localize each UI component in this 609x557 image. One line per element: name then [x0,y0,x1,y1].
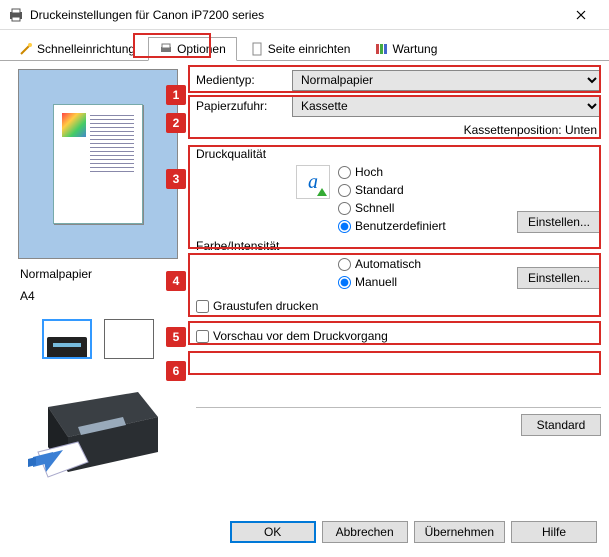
group-quality: Druckqualität a Hoch Standard Schnell Be… [196,147,601,233]
tab-options[interactable]: Optionen [148,37,237,61]
window-title: Druckeinstellungen für Canon iP7200 seri… [30,8,561,22]
color-manual[interactable]: Manuell [338,275,509,289]
color-set-button[interactable]: Einstellen... [517,267,601,289]
group-color: Farbe/Intensität Automatisch Manuell Ein… [196,239,601,289]
quality-label: Druckqualität [196,147,601,161]
quality-standard[interactable]: Standard [338,183,509,197]
page-lines [90,115,134,215]
grayscale-check[interactable]: Graustufen drucken [196,295,601,317]
content: Normalpapier A4 Medientyp: Normalpapier [0,61,609,513]
close-button[interactable] [561,1,601,29]
redbox-6 [188,351,601,375]
callout-3: 3 [166,169,186,189]
tab-label: Seite einrichten [268,42,351,56]
tab-maintenance[interactable]: Wartung [363,36,448,60]
color-label: Farbe/Intensität [196,239,601,253]
thumb-printer-blank[interactable] [104,319,154,359]
preview-media-label: Normalpapier [8,267,104,281]
close-icon [576,10,586,20]
printer-icon [47,337,87,357]
callout-2: 2 [166,113,186,133]
cancel-button[interactable]: Abbrechen [322,521,408,543]
ok-button[interactable]: OK [230,521,316,543]
printer-icon [8,7,24,23]
quality-custom[interactable]: Benutzerdefiniert [338,219,509,233]
color-auto[interactable]: Automatisch [338,257,509,271]
callout-4: 4 [166,271,186,291]
tabbar: Schnelleinrichtung Optionen Seite einric… [0,30,609,61]
mediatype-label: Medientyp: [196,73,292,87]
thumb-printer-front[interactable] [42,319,92,359]
color-swatch [62,113,86,137]
quality-set-button[interactable]: Einstellen... [517,211,601,233]
standard-button[interactable]: Standard [521,414,601,436]
page-icon [250,42,264,56]
apply-button[interactable]: Übernehmen [414,521,505,543]
preview-check[interactable]: Vorschau vor dem Druckvorgang [196,325,601,347]
divider [196,407,601,408]
row-mediatype: Medientyp: Normalpapier [196,69,601,91]
wand-icon [19,42,33,56]
titlebar: Druckeinstellungen für Canon iP7200 seri… [0,0,609,30]
callout-1: 1 [166,85,186,105]
page-preview [18,69,178,259]
page-graphic [53,104,143,224]
printer-3d-graphic [28,377,168,487]
quality-high[interactable]: Hoch [338,165,509,179]
tab-page-setup[interactable]: Seite einrichten [239,36,362,60]
quality-fast[interactable]: Schnell [338,201,509,215]
tab-quick[interactable]: Schnelleinrichtung [8,36,146,60]
source-label: Papierzufuhr: [196,99,292,113]
preview-size-label: A4 [8,289,47,303]
tools-icon [374,42,388,56]
right-panel: Medientyp: Normalpapier Papierzufuhr: Ka… [188,69,601,505]
footer: OK Abbrechen Übernehmen Hilfe [0,513,609,551]
tab-label: Optionen [177,42,226,56]
help-button[interactable]: Hilfe [511,521,597,543]
printer-icon [159,42,173,56]
left-panel: Normalpapier A4 [8,69,188,505]
tab-label: Wartung [392,42,437,56]
source-select[interactable]: Kassette [292,96,601,117]
mediatype-select[interactable]: Normalpapier [292,70,601,91]
cassette-position: Kassettenposition: Unten [196,121,601,141]
quality-icon: a [296,165,330,199]
callout-6: 6 [166,361,186,381]
row-source: Papierzufuhr: Kassette [196,95,601,117]
callout-5: 5 [166,327,186,347]
tab-label: Schnelleinrichtung [37,42,135,56]
printer-thumbs [42,319,154,359]
